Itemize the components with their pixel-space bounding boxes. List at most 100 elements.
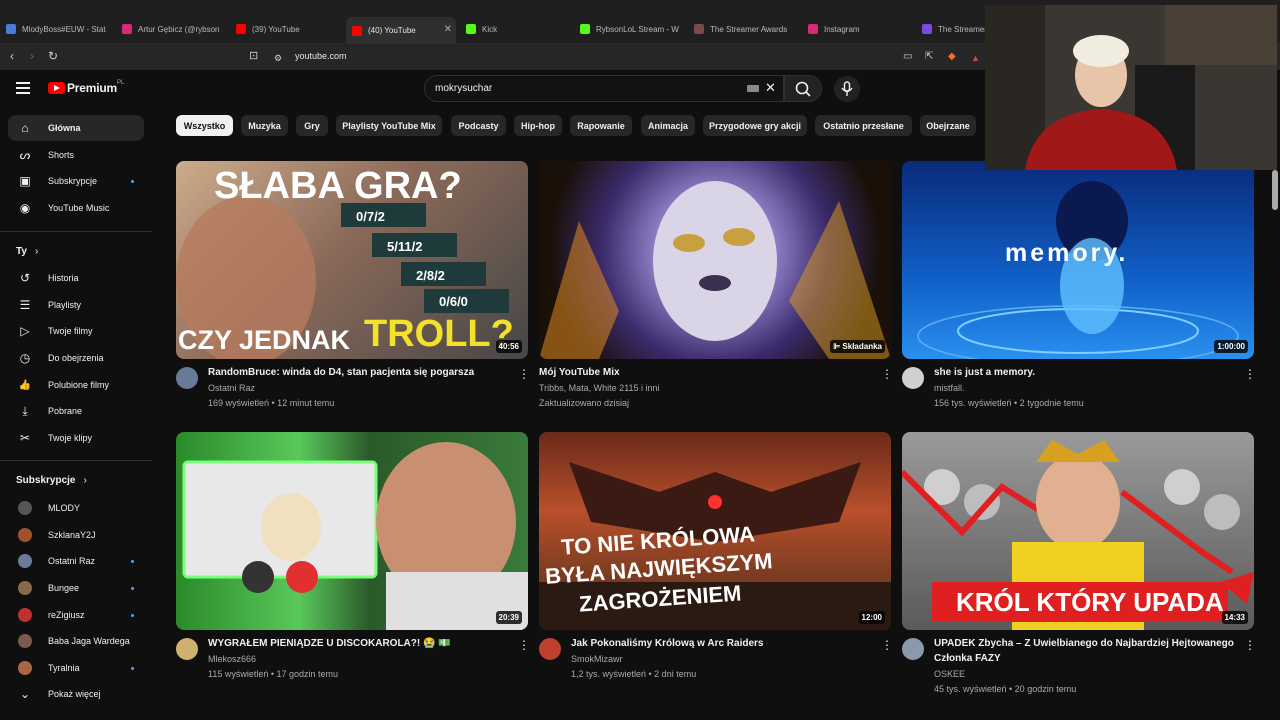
rewards-icon[interactable]: ▲ bbox=[971, 51, 980, 65]
more-actions-icon[interactable]: ⋮ bbox=[518, 638, 530, 652]
more-actions-icon[interactable]: ⋮ bbox=[881, 638, 893, 652]
keyboard-icon[interactable] bbox=[747, 85, 759, 92]
more-actions-icon[interactable]: ⋮ bbox=[518, 367, 530, 381]
url-field[interactable]: youtube.com bbox=[295, 51, 347, 61]
watch-later-icon: ◷ bbox=[19, 351, 31, 365]
sidebar-item-subscriptions[interactable]: ▣ Subskrypcje bbox=[8, 168, 144, 194]
video-title-line2[interactable]: Członka FAZY bbox=[934, 652, 1244, 666]
video-title[interactable]: Jak Pokonaliśmy Królową w Arc Raiders bbox=[571, 637, 861, 651]
browser-tab[interactable]: The Streamer bbox=[922, 18, 992, 40]
sidebar-item-downloads[interactable]: ⤓ Pobrane bbox=[8, 398, 144, 424]
channel-avatar[interactable] bbox=[902, 367, 924, 389]
channel-name[interactable]: mistfall. bbox=[934, 381, 965, 395]
chip[interactable]: Przygodowe gry akcji bbox=[703, 115, 807, 136]
search-button[interactable] bbox=[784, 75, 822, 102]
subscriptions-section-heading[interactable]: Subskrypcje › bbox=[16, 475, 87, 486]
sidebar-item-your-videos[interactable]: ▷ Twoje filmy bbox=[8, 318, 144, 344]
sidebar-item-liked-videos[interactable]: 👍 Polubione filmy bbox=[8, 372, 144, 398]
sidebar-subscription[interactable]: Bungee bbox=[8, 575, 144, 601]
divider bbox=[0, 460, 152, 461]
more-actions-icon[interactable]: ⋮ bbox=[881, 367, 893, 381]
more-actions-icon[interactable]: ⋮ bbox=[1244, 638, 1256, 652]
video-thumbnail[interactable]: memory. 1:00:00 bbox=[902, 161, 1254, 359]
sidebar-item-your-clips[interactable]: ✂ Twoje klipy bbox=[8, 425, 144, 451]
search-icon bbox=[795, 81, 811, 97]
chip[interactable]: Wszystko bbox=[176, 115, 233, 136]
forward-icon[interactable]: › bbox=[30, 49, 34, 63]
sidebar-subscription[interactable]: Baba Jaga Wardega bbox=[8, 628, 144, 654]
video-stats: 169 wyświetleń • 12 minut temu bbox=[208, 398, 335, 408]
sidebar-subscription[interactable]: MLODY bbox=[8, 495, 144, 521]
channel-name[interactable]: Tribbs, Mata, White 2115 i inni bbox=[539, 381, 660, 395]
more-actions-icon[interactable]: ⋮ bbox=[1244, 367, 1256, 381]
sidebar-subscription[interactable]: SzklanaY2J bbox=[8, 522, 144, 548]
share-icon[interactable]: ⇱ bbox=[925, 50, 933, 64]
home-icon: ⌂ bbox=[21, 121, 29, 135]
sidebar-subscription[interactable]: Ostatni Raz bbox=[8, 548, 144, 574]
chip[interactable]: Muzyka bbox=[241, 115, 288, 136]
bookmark-icon[interactable]: ⊡ bbox=[249, 49, 258, 63]
sidebar-item-watch-later[interactable]: ◷ Do obejrzenia bbox=[8, 345, 144, 371]
video-title[interactable]: she is just a memory. bbox=[934, 366, 1224, 380]
channel-avatar[interactable] bbox=[539, 638, 561, 660]
voice-search-button[interactable] bbox=[834, 76, 860, 102]
sidebar-item-playlists[interactable]: ☰ Playlisty bbox=[8, 292, 144, 318]
cast-icon[interactable]: ▭ bbox=[903, 50, 912, 64]
chip[interactable]: Animacja bbox=[641, 115, 695, 136]
video-stats: 115 wyświetleń • 17 godzin temu bbox=[208, 669, 339, 679]
chip[interactable]: Obejrzane bbox=[920, 115, 976, 136]
channel-name[interactable]: OSKEE bbox=[934, 667, 965, 681]
browser-tab[interactable]: MlodyBoss#EUW - Stat bbox=[6, 18, 114, 40]
new-content-dot bbox=[131, 179, 134, 183]
video-thumbnail[interactable]: ⊫ Składanka bbox=[539, 161, 891, 359]
sidebar-item-home[interactable]: ⌂ Główna bbox=[8, 115, 144, 141]
kick-icon bbox=[580, 24, 590, 34]
chip[interactable]: Hip-hop bbox=[514, 115, 562, 136]
youtube-premium-logo[interactable]: Premium PL bbox=[48, 80, 124, 95]
channel-name[interactable]: Ostatni Raz bbox=[208, 381, 255, 395]
channel-avatar[interactable] bbox=[176, 638, 198, 660]
back-icon[interactable]: ‹ bbox=[10, 49, 14, 63]
video-thumbnail[interactable]: 20:39 bbox=[176, 432, 528, 630]
sidebar-item-shorts[interactable]: ᔕ Shorts bbox=[8, 142, 144, 168]
video-title[interactable]: Mój YouTube Mix bbox=[539, 366, 859, 380]
video-title[interactable]: RandomBruce: winda do D4, stan pacjenta … bbox=[208, 366, 498, 380]
video-thumbnail[interactable]: KRÓL KTÓRY UPADA 14:33 bbox=[902, 432, 1254, 630]
browser-tab[interactable]: Kick bbox=[466, 18, 572, 40]
chip[interactable]: Podcasty bbox=[451, 115, 506, 136]
browser-tab[interactable]: Instagram bbox=[808, 18, 914, 40]
browser-tab[interactable]: The Streamer Awards bbox=[694, 18, 800, 40]
browser-tab[interactable]: Artur Gębicz (@rybson bbox=[122, 18, 230, 40]
video-thumbnail[interactable]: TO NIE KRÓLOWA BYŁA NAJWIĘKSZYM ZAGROŻEN… bbox=[539, 432, 891, 630]
video-title[interactable]: WYGRAŁEM PIENIĄDZE U DISCOKAROLA?! 😭 💵 bbox=[208, 637, 498, 651]
sidebar-subscription[interactable]: reZigiusz bbox=[8, 602, 144, 628]
liked-icon: 👍 bbox=[18, 379, 32, 391]
menu-icon[interactable] bbox=[16, 82, 30, 94]
sidebar-item-youtube-music[interactable]: ◉ YouTube Music bbox=[8, 195, 144, 221]
channel-name[interactable]: Mlekosz666 bbox=[208, 652, 256, 666]
duration-badge: 40:56 bbox=[495, 340, 522, 353]
search-input[interactable]: mokrysuchar ✕ bbox=[424, 75, 784, 102]
video-title[interactable]: UPADEK Zbycha – Z Uwielbianego do Najbar… bbox=[934, 637, 1244, 651]
sidebar-subscription[interactable]: Tyralnia bbox=[8, 655, 144, 681]
you-section-heading[interactable]: Ty › bbox=[16, 246, 38, 257]
channel-avatar[interactable] bbox=[176, 367, 198, 389]
channel-name[interactable]: SmokMizawr bbox=[571, 652, 623, 666]
clear-search-icon[interactable]: ✕ bbox=[765, 80, 776, 96]
chip[interactable]: Gry bbox=[296, 115, 328, 136]
close-tab-icon[interactable]: ✕ bbox=[444, 24, 452, 35]
chip[interactable]: Playlisty YouTube Mix bbox=[336, 115, 442, 136]
site-info-icon[interactable]: ⚙ bbox=[274, 51, 282, 65]
channel-avatar[interactable] bbox=[902, 638, 924, 660]
browser-tab[interactable]: RybsonLoL Stream - W bbox=[580, 18, 686, 40]
chip[interactable]: Rapowanie bbox=[570, 115, 632, 136]
browser-tab[interactable]: (39) YouTube bbox=[236, 18, 342, 40]
show-more-button[interactable]: ⌄ Pokaż więcej bbox=[8, 681, 144, 707]
reload-icon[interactable]: ↻ bbox=[48, 49, 58, 63]
chip[interactable]: Ostatnio przesłane bbox=[815, 115, 912, 136]
scrollbar-thumb[interactable] bbox=[1272, 170, 1278, 210]
video-thumbnail[interactable]: SŁABA GRA? 0/7/2 5/11/2 2/8/2 0/6/0 CZY … bbox=[176, 161, 528, 359]
sidebar-item-history[interactable]: ↺ Historia bbox=[8, 265, 144, 291]
brave-shield-icon[interactable]: ◆ bbox=[948, 50, 956, 64]
browser-tab-active[interactable]: (40) YouTube ✕ bbox=[346, 17, 456, 44]
